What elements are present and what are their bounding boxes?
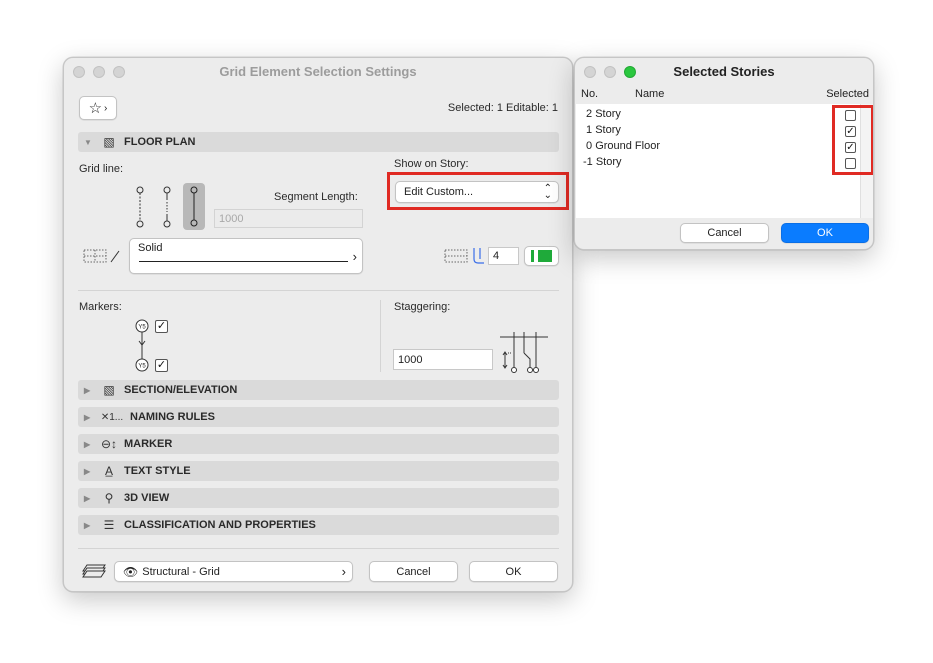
story-name: Story xyxy=(595,124,621,136)
staggering-field[interactable]: 1000 xyxy=(393,349,493,370)
line-type-icon xyxy=(83,248,121,264)
column-header-no[interactable]: No. xyxy=(581,88,598,100)
favorites-button[interactable]: ☆ › xyxy=(79,96,117,120)
section-title: MARKER xyxy=(124,438,173,450)
story-number: 1 xyxy=(586,124,593,136)
markers-label: Markers: xyxy=(79,301,122,313)
list-item[interactable]: 0 Ground Floor xyxy=(586,140,660,152)
section-title: CLASSIFICATION AND PROPERTIES xyxy=(124,519,316,531)
story-number: 2 xyxy=(586,108,593,120)
line-type-popup[interactable]: Solid › xyxy=(129,238,363,274)
staggering-label: Staggering: xyxy=(394,301,451,313)
floor-plan-icon: ▧ xyxy=(103,135,115,149)
section-title: 3D VIEW xyxy=(124,492,170,504)
selected-stories-window: Selected Stories No. Name Selected 2 Sto… xyxy=(574,57,874,250)
column-header-selected[interactable]: Selected xyxy=(826,88,869,100)
line-type-value: Solid xyxy=(138,242,163,254)
chevron-right-icon: › xyxy=(104,102,108,114)
section-title: SECTION/ELEVATION xyxy=(124,384,238,396)
naming-rules-icon: ✕1... xyxy=(100,411,124,423)
segment-length-label: Segment Length: xyxy=(274,191,358,203)
section-title: FLOOR PLAN xyxy=(124,136,196,148)
classification-header[interactable]: ▶ ☰ CLASSIFICATION AND PROPERTIES xyxy=(78,515,559,535)
highlight-selected-column xyxy=(832,105,873,175)
staggering-diagram-icon xyxy=(500,331,550,375)
text-style-icon: A̲ xyxy=(104,464,113,478)
list-item[interactable]: 1 Story xyxy=(586,124,621,136)
disclosure-closed-icon: ▶ xyxy=(84,439,91,449)
layer-value: Structural - Grid xyxy=(142,565,220,578)
grid-line-type-solid-icon[interactable] xyxy=(183,183,205,230)
pen-color-swatch-large xyxy=(538,250,552,262)
cancel-button[interactable]: Cancel xyxy=(680,223,769,243)
list-item[interactable]: 2 Story xyxy=(586,108,621,120)
story-name: Story xyxy=(595,156,622,168)
marker-top-checkbox[interactable]: ✓ xyxy=(155,320,168,333)
pen-icon xyxy=(444,247,486,265)
section-title: TEXT STYLE xyxy=(124,465,191,477)
text-style-header[interactable]: ▶ A̲ TEXT STYLE xyxy=(78,461,559,481)
title-bar[interactable]: Selected Stories xyxy=(575,58,873,86)
3d-view-icon: ⚲ xyxy=(104,491,114,505)
disclosure-closed-icon: ▶ xyxy=(84,493,91,503)
pen-color-swatch xyxy=(531,250,534,262)
grid-line-type-segmented-icon[interactable] xyxy=(161,186,173,228)
chevron-right-icon: › xyxy=(341,564,346,579)
chevron-right-icon: › xyxy=(352,249,357,264)
window-title: Selected Stories xyxy=(673,64,775,79)
svg-text:Y5: Y5 xyxy=(138,364,146,370)
segment-length-field[interactable]: 1000 xyxy=(214,209,363,228)
window-title: Grid Element Selection Settings xyxy=(219,64,417,79)
pen-number-field[interactable]: 4 xyxy=(488,247,519,265)
section-elevation-icon: ▧ xyxy=(103,383,115,397)
list-item[interactable]: -1 Story xyxy=(583,156,622,168)
svg-text:Y5: Y5 xyxy=(138,325,146,331)
classification-icon: ☰ xyxy=(103,518,115,532)
story-number: 0 xyxy=(586,140,593,152)
floor-plan-section-header[interactable]: ▼ ▧ FLOOR PLAN xyxy=(78,132,559,152)
disclosure-closed-icon: ▶ xyxy=(84,385,91,395)
divider xyxy=(78,548,559,549)
ok-button[interactable]: OK xyxy=(469,561,558,582)
grid-line-label: Grid line: xyxy=(79,163,124,175)
line-preview xyxy=(139,261,348,262)
disclosure-closed-icon: ▶ xyxy=(84,412,91,422)
section-title: NAMING RULES xyxy=(130,411,215,423)
disclosure-closed-icon: ▶ xyxy=(84,466,91,476)
column-header-name[interactable]: Name xyxy=(635,88,664,100)
marker-header[interactable]: ▶ ⊖↕ MARKER xyxy=(78,434,559,454)
story-name: Ground Floor xyxy=(595,140,660,152)
eye-icon: 👁 xyxy=(123,564,139,579)
title-bar[interactable]: Grid Element Selection Settings xyxy=(64,58,572,86)
marker-icon: ⊖↕ xyxy=(100,437,118,451)
3d-view-header[interactable]: ▶ ⚲ 3D VIEW xyxy=(78,488,559,508)
highlight-show-on-story xyxy=(387,172,569,210)
stories-list: 2 Story 1 Story 0 Ground Floor -1 Story … xyxy=(576,104,860,218)
naming-rules-header[interactable]: ▶ ✕1... NAMING RULES xyxy=(78,407,559,427)
story-number: -1 xyxy=(583,156,593,168)
pen-color-button[interactable] xyxy=(524,246,559,266)
layers-icon xyxy=(81,563,107,579)
vertical-divider xyxy=(380,300,381,372)
section-elevation-header[interactable]: ▶ ▧ SECTION/ELEVATION xyxy=(78,380,559,400)
disclosure-open-icon: ▼ xyxy=(84,137,92,147)
grid-line-type-dotted-icon[interactable] xyxy=(134,186,146,228)
disclosure-closed-icon: ▶ xyxy=(84,520,91,530)
ok-button[interactable]: OK xyxy=(781,223,869,243)
story-name: Story xyxy=(595,108,621,120)
star-icon: ☆ xyxy=(88,100,103,117)
selection-info: Selected: 1 Editable: 1 xyxy=(447,102,558,114)
marker-bottom-checkbox[interactable]: ✓ xyxy=(155,359,168,372)
show-on-story-label: Show on Story: xyxy=(394,158,469,170)
grid-settings-window: Grid Element Selection Settings ☆ › Sele… xyxy=(63,57,573,592)
layer-popup[interactable]: 👁 Structural - Grid › xyxy=(114,561,353,582)
cancel-button[interactable]: Cancel xyxy=(369,561,458,582)
divider xyxy=(78,290,559,291)
marker-diagram-icon: Y5 Y5 xyxy=(134,319,150,374)
